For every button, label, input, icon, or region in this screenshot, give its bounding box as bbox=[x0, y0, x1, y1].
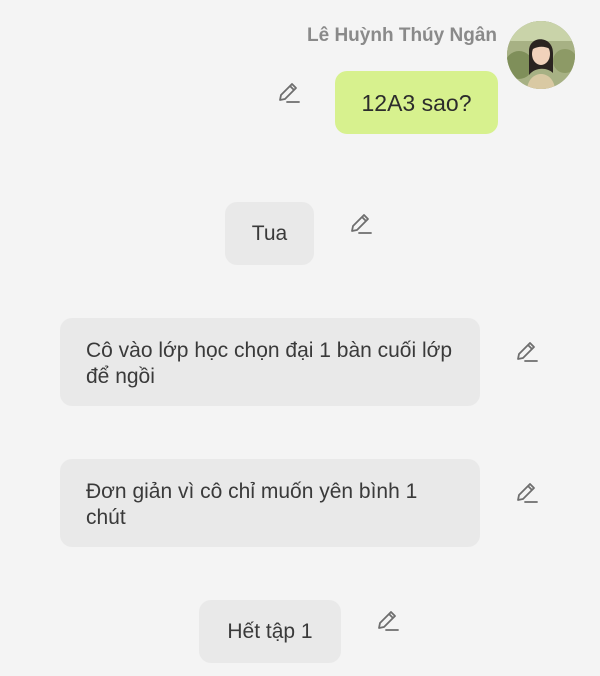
message-bubble-4[interactable]: Đơn giản vì cô chỉ muốn yên bình 1 chút bbox=[60, 459, 480, 547]
avatar-photo bbox=[507, 21, 575, 89]
message-bubble-3[interactable]: Cô vào lớp học chọn đại 1 bàn cuối lớp đ… bbox=[60, 318, 480, 406]
message-text: Đơn giản vì cô chỉ muốn yên bình 1 chút bbox=[86, 480, 418, 529]
message-text: Cô vào lớp học chọn đại 1 bàn cuối lớp đ… bbox=[86, 339, 453, 388]
message-text: Hết tập 1 bbox=[227, 619, 313, 643]
sender-name: Lê Huỳnh Thúy Ngân bbox=[307, 25, 497, 46]
edit-message-5-icon[interactable] bbox=[375, 608, 401, 634]
message-bubble-5[interactable]: Hết tập 1 bbox=[199, 600, 341, 663]
edit-message-1-icon[interactable] bbox=[276, 80, 302, 106]
edit-message-4-icon[interactable] bbox=[514, 480, 540, 506]
edit-message-2-icon[interactable] bbox=[348, 211, 374, 237]
edit-message-3-icon[interactable] bbox=[514, 339, 540, 365]
message-bubble-2[interactable]: Tua bbox=[225, 202, 314, 265]
message-text: Tua bbox=[251, 221, 288, 245]
sender-avatar[interactable] bbox=[507, 21, 575, 89]
message-text: 12A3 sao? bbox=[361, 89, 472, 116]
message-bubble-1[interactable]: 12A3 sao? bbox=[335, 71, 498, 134]
